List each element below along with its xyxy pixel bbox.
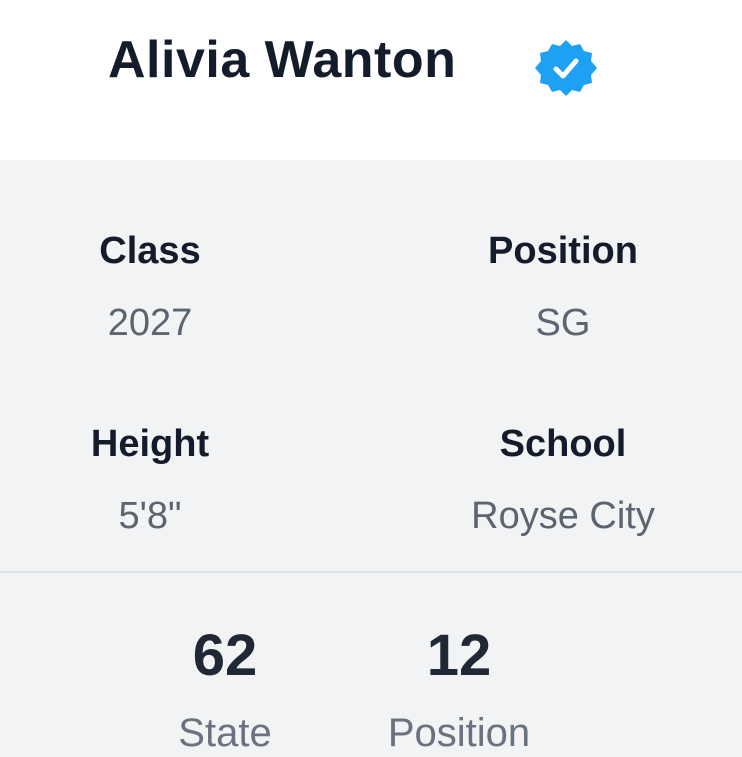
school-label: School <box>499 423 627 465</box>
school-info: School Royse City <box>413 425 713 535</box>
state-rank: 62 State <box>115 623 335 755</box>
class-value: 2027 <box>107 302 193 344</box>
state-rank-value: 62 <box>192 623 258 688</box>
player-details: Class 2027 Position SG Height 5'8" Schoo… <box>0 160 742 571</box>
height-value: 5'8" <box>118 495 182 537</box>
height-label: Height <box>90 423 210 465</box>
position-label: Position <box>488 230 638 272</box>
class-label: Class <box>99 230 201 272</box>
state-rank-label: State <box>178 711 272 755</box>
class-info: Class 2027 <box>0 232 300 342</box>
height-info: Height 5'8" <box>0 425 300 535</box>
position-info: Position SG <box>413 232 713 342</box>
position-rank-value: 12 <box>426 623 492 688</box>
position-value: SG <box>535 302 591 344</box>
position-rank-label: Position <box>387 711 531 755</box>
school-value: Royse City <box>471 495 655 537</box>
player-name: Alivia Wanton <box>108 31 457 89</box>
position-rank: 12 Position <box>349 623 569 755</box>
profile-header: Alivia Wanton <box>0 0 742 160</box>
verified-badge-icon <box>535 40 597 96</box>
rankings: 62 State 12 Position <box>0 573 742 757</box>
